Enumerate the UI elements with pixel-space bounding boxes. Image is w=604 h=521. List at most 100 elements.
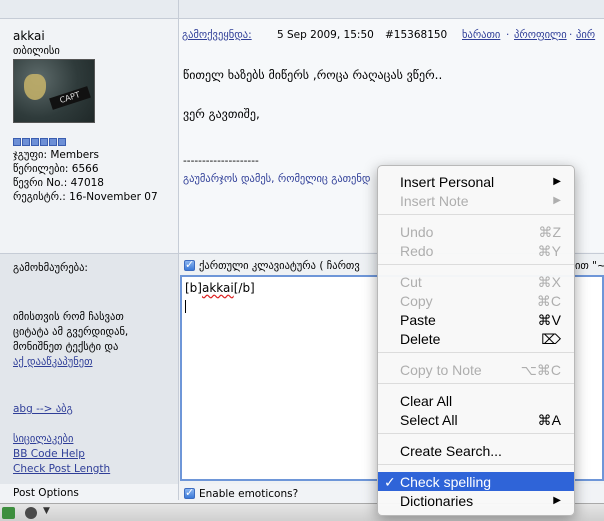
rep-pip (22, 138, 30, 146)
menu-item-label: Cut (400, 274, 422, 290)
menu-shortcut: ⌘V (537, 312, 561, 328)
post-body-line: წითელ ხაზებს მიწერს ,როცა რაღაცას ვწერ.. (183, 68, 443, 82)
divider (178, 0, 179, 500)
menu-item-copy[interactable]: Copy ⌘C (378, 291, 574, 310)
menu-item-label: Delete (400, 331, 441, 347)
keyboard-label-tail: ით "~ (575, 260, 604, 272)
text-cursor (185, 300, 186, 313)
editor-text: [b]akkai[/b] (185, 282, 255, 294)
menu-item-check-spelling[interactable]: ✓ Check spelling (378, 472, 574, 491)
menu-separator (378, 264, 574, 265)
avatar-text: CAPT (49, 86, 91, 110)
reply-note: ციტატა ამ გვერდიდან, (13, 326, 129, 338)
post-date: 5 Sep 2009, 15:50 (277, 29, 374, 41)
context-menu: Insert Personal ▶ Insert Note ▶ Undo ⌘Z … (377, 165, 575, 516)
menu-shortcut: ⌥⌘C (520, 362, 561, 378)
menu-item-label: Insert Personal (400, 174, 495, 190)
dropdown-arrow-icon[interactable]: ▼ (43, 506, 50, 516)
editor-tag-close: [/b] (233, 281, 255, 295)
menu-item-dictionaries[interactable]: Dictionaries ▶ (378, 491, 574, 510)
menu-shortcut: ⌘X (537, 274, 561, 290)
settings-icon[interactable] (25, 507, 37, 519)
menu-item-label: Paste (400, 312, 436, 328)
reply-label: გამოხმაურება: (13, 262, 88, 274)
menu-item-create-search[interactable]: Create Search... (378, 441, 574, 460)
menu-separator (378, 383, 574, 384)
menu-separator (378, 464, 574, 465)
rep-pip (31, 138, 39, 146)
action-separator: · (569, 29, 573, 41)
author-number: წევრი No.: 47018 (13, 177, 104, 189)
published-link[interactable]: გამოქვეყნდა: (182, 30, 252, 41)
post-body-line: ვერ გავთიშე, (183, 107, 260, 121)
reply-note: იმისთვის რომ ჩასვათ (13, 311, 124, 323)
menu-item-label: Select All (400, 412, 458, 428)
action-link-2[interactable]: პროფილი (514, 30, 567, 41)
menu-item-paste[interactable]: Paste ⌘V (378, 310, 574, 329)
checkmark-icon: ✓ (384, 474, 396, 490)
rep-pip (13, 138, 21, 146)
rep-pip (49, 138, 57, 146)
action-link-3[interactable]: პირ (576, 30, 595, 41)
menu-item-label: Dictionaries (400, 493, 474, 509)
menu-item-redo[interactable]: Redo ⌘Y (378, 241, 574, 260)
menu-separator (378, 352, 574, 353)
menu-item-undo[interactable]: Undo ⌘Z (378, 222, 574, 241)
bbcode-help-link[interactable]: BB Code Help (13, 449, 85, 460)
menu-separator (378, 433, 574, 434)
emoticons-label: Enable emoticons? (199, 488, 299, 500)
action-link-1[interactable]: ხარათი (462, 30, 500, 41)
quote-link[interactable]: აქ დააწკაპუნეთ (13, 357, 92, 368)
author-city: თბილისი (13, 45, 60, 57)
signature-divider: -------------------- (183, 155, 259, 167)
keyboard-checkbox[interactable] (184, 258, 195, 271)
emoticons-checkbox[interactable] (184, 486, 195, 499)
reputation-pips (13, 138, 66, 146)
menu-item-label: Copy to Note (400, 362, 482, 378)
menu-item-select-all[interactable]: Select All ⌘A (378, 410, 574, 429)
smilies-link[interactable]: სიცილაკები (13, 434, 73, 445)
menu-item-insert-personal[interactable]: Insert Personal ▶ (378, 172, 574, 191)
check-length-link[interactable]: Check Post Length (13, 464, 110, 475)
submenu-arrow-icon: ▶ (553, 495, 561, 506)
menu-item-clear-all[interactable]: Clear All (378, 391, 574, 410)
author-posts: წერილები: 6566 (13, 163, 99, 175)
divider (0, 18, 604, 19)
avatar[interactable]: CAPT (13, 59, 95, 123)
author-registered: რეგისტრ.: 16-November 07 (13, 191, 158, 203)
author-name[interactable]: akkai (13, 30, 45, 42)
menu-shortcut: ⌘Y (537, 243, 561, 259)
author-group: ჯგუფი: Members (13, 149, 99, 161)
connection-icon[interactable] (2, 507, 15, 519)
post-options-label: Post Options (13, 487, 79, 499)
menu-item-label: Check spelling (400, 474, 492, 490)
submenu-arrow-icon: ▶ (553, 176, 561, 187)
reply-note: მონიშნეთ ტექსტი და (13, 341, 119, 353)
header-row (0, 0, 604, 18)
action-separator: · (506, 29, 510, 41)
menu-shortcut: ⌘A (537, 412, 561, 428)
menu-item-delete[interactable]: Delete ⌦ (378, 329, 574, 348)
menu-shortcut: ⌘C (536, 293, 561, 309)
menu-separator (378, 214, 574, 215)
misspelled-word: akkai (201, 281, 234, 295)
editor-tag-open: [b] (185, 281, 202, 295)
keyboard-label: ქართული კლავიატურა ( ჩართვ (199, 260, 360, 272)
menu-item-insert-note[interactable]: Insert Note ▶ (378, 191, 574, 210)
menu-item-label: Insert Note (400, 193, 469, 209)
abg-link[interactable]: abg --> აბგ (13, 404, 73, 415)
menu-item-label: Create Search... (400, 443, 502, 459)
rep-pip (58, 138, 66, 146)
menu-item-copy-to-note[interactable]: Copy to Note ⌥⌘C (378, 360, 574, 379)
menu-item-label: Clear All (400, 393, 453, 409)
crest-icon (24, 74, 46, 100)
post-number[interactable]: #15368150 (385, 30, 447, 41)
menu-item-cut[interactable]: Cut ⌘X (378, 272, 574, 291)
signature: გაუმარჯოს დამეს, რომელიც გათენდ (183, 173, 371, 185)
delete-key-icon: ⌦ (541, 331, 561, 347)
menu-item-label: Copy (400, 293, 433, 309)
submenu-arrow-icon: ▶ (553, 195, 561, 206)
rep-pip (40, 138, 48, 146)
menu-item-label: Undo (400, 224, 434, 240)
menu-item-label: Redo (400, 243, 434, 259)
